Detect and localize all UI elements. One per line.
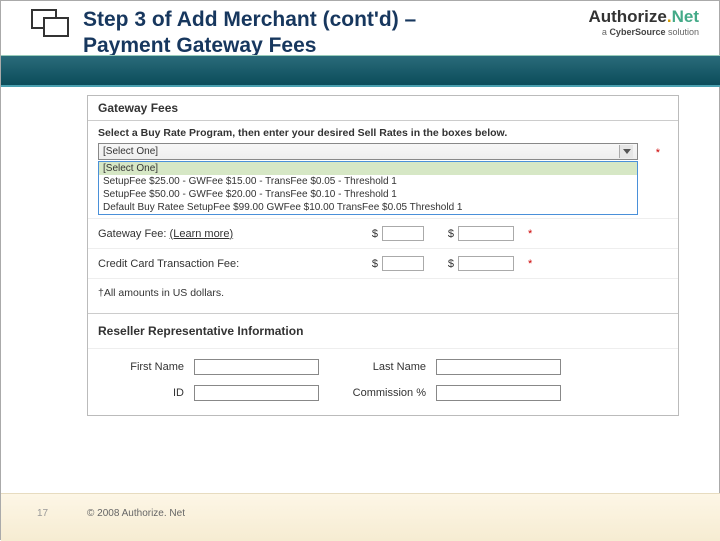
buy-rate-option[interactable]: SetupFee $50.00 - GWFee $20.00 - TransFe… [99, 188, 637, 201]
buy-rate-options-list[interactable]: [Select One] SetupFee $25.00 - GWFee $15… [98, 161, 638, 215]
copyright-text: © 2008 Authorize. Net [87, 508, 185, 519]
last-name-label: Last Name [330, 361, 430, 373]
brand-logo: Authorize.Net a CyberSource solution [588, 7, 699, 37]
gateway-fee-label: Gateway Fee: [98, 228, 166, 240]
header-band [1, 55, 720, 85]
page-number: 17 [37, 508, 48, 519]
buy-rate-select[interactable]: [Select One] [98, 143, 638, 160]
gateway-fee-buy-display [382, 226, 424, 241]
last-name-input[interactable] [436, 359, 561, 375]
currency-symbol: $ [368, 258, 378, 270]
brand-authorize: Authorize [588, 7, 666, 26]
gateway-fee-row: Gateway Fee: (Learn more) $ $ * [88, 218, 678, 248]
brand-net: Net [672, 7, 699, 26]
gateway-fee-sell-input[interactable] [458, 226, 514, 241]
gateway-fees-heading: Gateway Fees [88, 96, 678, 121]
first-name-label: First Name [98, 361, 188, 373]
cc-fee-sell-input[interactable] [458, 256, 514, 271]
cc-fee-buy-display [382, 256, 424, 271]
buy-rate-option[interactable]: SetupFee $25.00 - GWFee $15.00 - TransFe… [99, 175, 637, 188]
brand-tag-suffix: solution [665, 27, 699, 37]
currency-symbol: $ [444, 228, 454, 240]
required-asterisk: * [528, 258, 532, 270]
learn-more-link[interactable]: (Learn more) [170, 228, 234, 240]
required-asterisk: * [528, 228, 532, 240]
brand-tag-bold: CyberSource [609, 27, 665, 37]
currency-symbol: $ [368, 228, 378, 240]
buy-rate-option[interactable]: [Select One] [99, 162, 637, 175]
slide-footer: 17 © 2008 Authorize. Net [1, 493, 720, 541]
commission-input[interactable] [436, 385, 561, 401]
cc-fee-label: Credit Card Transaction Fee: [98, 258, 368, 270]
usd-footnote: †All amounts in US dollars. [88, 278, 678, 313]
reseller-rep-heading: Reseller Representative Information [88, 313, 678, 349]
gateway-instruction: Select a Buy Rate Program, then enter yo… [88, 121, 678, 141]
required-asterisk: * [656, 147, 660, 159]
buy-rate-option[interactable]: Default Buy Ratee SetupFee $99.00 GWFee … [99, 201, 637, 214]
currency-symbol: $ [444, 258, 454, 270]
slide-title-line1: Step 3 of Add Merchant (cont'd) – [83, 7, 503, 33]
cc-fee-row: Credit Card Transaction Fee: $ $ * [88, 248, 678, 278]
slide-title: Step 3 of Add Merchant (cont'd) – Paymen… [83, 7, 503, 60]
id-input[interactable] [194, 385, 319, 401]
decorative-squares-icon [31, 9, 77, 41]
first-name-input[interactable] [194, 359, 319, 375]
buy-rate-select-value: [Select One] [103, 146, 158, 157]
form-panel: Gateway Fees Select a Buy Rate Program, … [87, 95, 679, 416]
id-label: ID [98, 387, 188, 399]
chevron-down-icon [619, 145, 633, 158]
reseller-rep-form: First Name Last Name ID Commission % [88, 349, 678, 415]
commission-label: Commission % [330, 387, 430, 399]
